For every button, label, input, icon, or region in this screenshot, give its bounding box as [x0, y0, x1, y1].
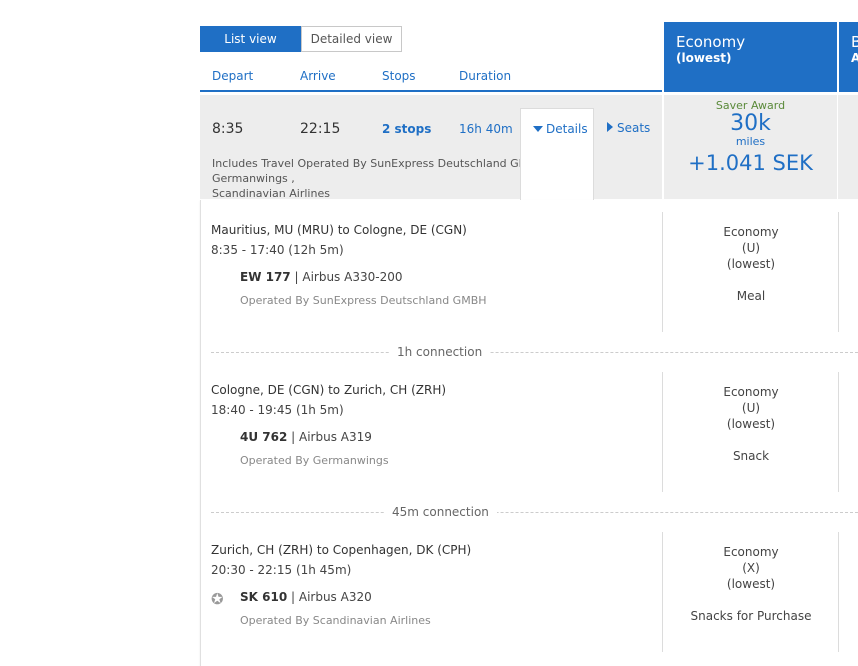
segment-flight: SK 610 | Airbus A320	[240, 590, 372, 604]
connection-label: 45m connection	[384, 505, 497, 519]
fare-header-title: Economy	[676, 33, 746, 51]
fare-cell-economy[interactable]: Saver Award 30k miles +1.041 SEK	[664, 95, 837, 199]
seats-link[interactable]: Seats	[607, 121, 650, 135]
segment-operator: Operated By Germanwings	[240, 454, 389, 467]
booking-code: (U)	[741, 241, 761, 255]
column-depart[interactable]: Depart	[212, 69, 253, 83]
meal: Snacks for Purchase	[690, 609, 812, 623]
details-tab[interactable]: Details	[520, 108, 594, 201]
segment-route: Mauritius, MU (MRU) to Cologne, DE (CGN)	[211, 223, 467, 237]
fare-header-economy[interactable]: Economy (lowest)	[664, 22, 837, 92]
cabin: Economy	[723, 385, 779, 399]
aircraft: | Airbus A330-200	[294, 270, 403, 284]
duration-value: 16h 40m	[459, 122, 513, 136]
star-alliance-icon: ✪	[211, 590, 224, 608]
aircraft: | Airbus A320	[291, 590, 372, 604]
segment-fare-cell: Economy (U) (lowest) Snack	[664, 384, 838, 464]
segment-time: 8:35 - 17:40 (12h 5m)	[211, 243, 344, 257]
segment-operator: Operated By Scandinavian Airlines	[240, 614, 431, 627]
cabin: Economy	[723, 545, 779, 559]
fare-header-subtitle: A	[851, 51, 858, 65]
column-separator	[838, 212, 839, 332]
segment-time: 18:40 - 19:45 (1h 5m)	[211, 403, 344, 417]
connection-label: 1h connection	[389, 345, 491, 359]
fare-header-subtitle: (lowest)	[676, 51, 732, 65]
column-separator	[662, 212, 663, 332]
arrive-time: 22:15	[300, 121, 341, 137]
details-toggle[interactable]: Details	[533, 122, 588, 136]
cabin: Economy	[723, 225, 779, 239]
booking-code: (X)	[742, 561, 760, 575]
flight-number: EW 177	[240, 270, 291, 284]
booking-code: (U)	[741, 401, 761, 415]
meal: Snack	[732, 449, 770, 463]
list-view-button[interactable]: List view	[200, 26, 301, 52]
segment-route: Zurich, CH (ZRH) to Copenhagen, DK (CPH)	[211, 543, 472, 557]
column-separator	[662, 372, 663, 492]
seats-label: Seats	[617, 121, 651, 135]
segment-flight: 4U 762 | Airbus A319	[240, 430, 372, 444]
column-stops[interactable]: Stops	[382, 69, 416, 83]
aircraft: | Airbus A319	[291, 430, 372, 444]
segment-fare-cell: Economy (U) (lowest) Meal	[664, 224, 838, 304]
award-price: +1.041 SEK	[688, 151, 813, 175]
flight-number: 4U 762	[240, 430, 288, 444]
details-label: Details	[546, 122, 588, 136]
column-separator	[662, 532, 663, 652]
column-arrive[interactable]: Arrive	[300, 69, 336, 83]
fare-header-business[interactable]: B A	[839, 22, 858, 92]
lowest-label: (lowest)	[726, 417, 776, 431]
caret-right-icon	[607, 122, 613, 132]
segment-fare-cell: Economy (X) (lowest) Snacks for Purchase	[664, 544, 838, 624]
fare-header-title: B	[851, 33, 858, 51]
stops-link[interactable]: 2 stops	[382, 122, 431, 136]
connection-divider	[211, 352, 858, 354]
segment-operator: Operated By SunExpress Deutschland GMBH	[240, 294, 487, 307]
column-separator	[838, 532, 839, 652]
caret-down-icon	[533, 126, 543, 132]
segment-flight: EW 177 | Airbus A330-200	[240, 270, 402, 284]
detailed-view-button[interactable]: Detailed view	[301, 26, 402, 52]
connection-divider	[211, 512, 858, 514]
segment-time: 20:30 - 22:15 (1h 45m)	[211, 563, 352, 577]
lowest-label: (lowest)	[726, 577, 776, 591]
lowest-label: (lowest)	[726, 257, 776, 271]
column-separator	[838, 372, 839, 492]
column-duration[interactable]: Duration	[459, 69, 511, 83]
flight-number: SK 610	[240, 590, 288, 604]
header-divider	[200, 90, 662, 92]
meal: Meal	[736, 289, 766, 303]
award-miles: 30k	[730, 111, 771, 136]
award-miles-unit: miles	[735, 135, 766, 148]
depart-time: 8:35	[212, 121, 244, 137]
segment-route: Cologne, DE (CGN) to Zurich, CH (ZRH)	[211, 383, 447, 397]
flight-summary-row-extra	[838, 95, 858, 199]
